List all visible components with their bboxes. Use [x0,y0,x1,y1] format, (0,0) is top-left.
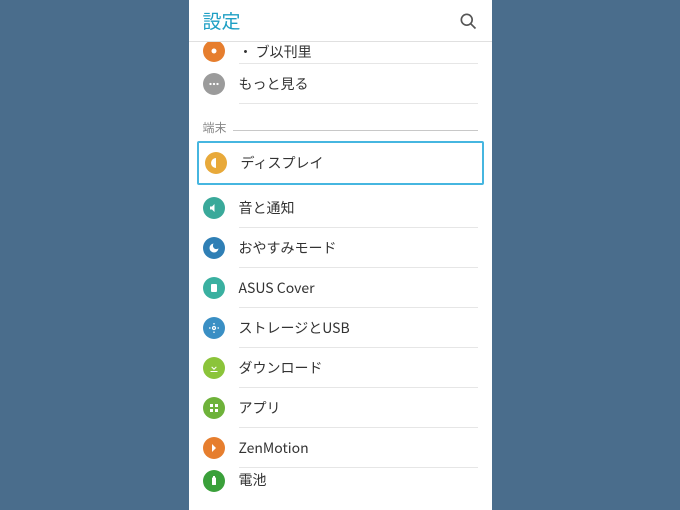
section-label: 端末 [203,119,233,136]
search-icon[interactable] [458,11,478,31]
list-item-apps[interactable]: アプリ [189,388,492,428]
item-label: ASUS Cover [239,278,315,298]
list-item-dnd[interactable]: おやすみモード [189,228,492,268]
settings-list: ・ ブ以刊里 もっと見る 端末 ディスプレイ 音と通知 [189,42,492,494]
header-bar: 設定 [189,0,492,42]
moon-icon [203,237,225,259]
list-item-storage[interactable]: ストレージとUSB [189,308,492,348]
zenmotion-icon [203,437,225,459]
list-item-display[interactable]: ディスプレイ [197,141,484,185]
cover-icon [203,277,225,299]
list-item-zenmotion[interactable]: ZenMotion [189,428,492,468]
settings-screen: 設定 ・ ブ以刊里 もっと見る 端末 [189,0,492,510]
display-icon [205,152,227,174]
apps-icon [203,397,225,419]
item-label: ディスプレイ [241,153,324,173]
item-label: 音と通知 [239,198,295,218]
item-label: もっと見る [239,74,309,94]
item-icon [203,42,225,62]
item-label: ZenMotion [239,438,309,458]
list-item-more[interactable]: もっと見る [189,64,492,104]
item-label: アプリ [239,398,281,418]
list-item-sound[interactable]: 音と通知 [189,188,492,228]
list-item-partial-top[interactable]: ・ ブ以刊里 [189,42,492,64]
page-title: 設定 [203,7,241,34]
battery-icon [203,470,225,492]
download-icon [203,357,225,379]
list-item-asus-cover[interactable]: ASUS Cover [189,268,492,308]
section-header-device: 端末 [189,110,492,138]
item-label: ダウンロード [239,358,323,378]
storage-icon [203,317,225,339]
sound-icon [203,197,225,219]
item-label: ・ ブ以刊里 [239,42,312,62]
list-item-download[interactable]: ダウンロード [189,348,492,388]
item-label: おやすみモード [239,238,337,258]
list-item-battery[interactable]: 電池 [189,468,492,494]
item-label: 電池 [239,470,267,490]
item-label: ストレージとUSB [239,318,350,338]
more-icon [203,73,225,95]
